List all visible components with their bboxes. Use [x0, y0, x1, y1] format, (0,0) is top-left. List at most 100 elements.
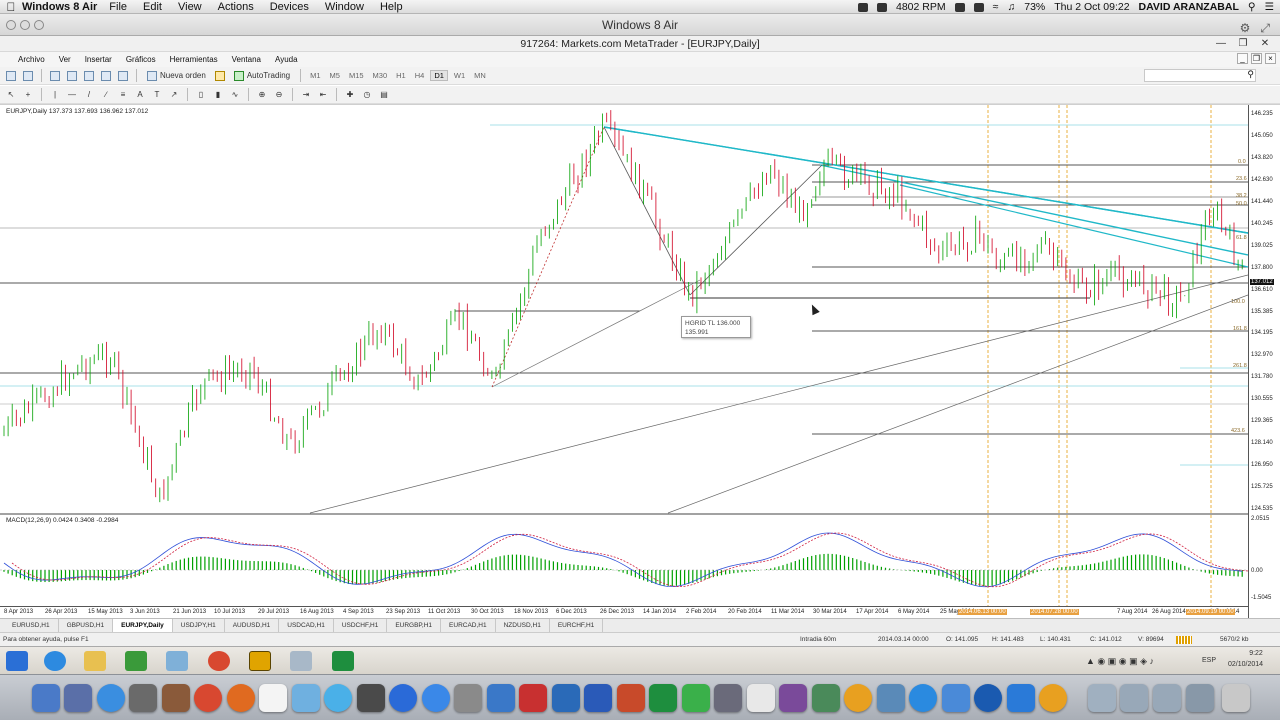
- notepad-icon[interactable]: [166, 651, 188, 671]
- vertical-line-icon[interactable]: |: [48, 88, 62, 102]
- trash-icon[interactable]: [1222, 684, 1250, 712]
- tester-icon[interactable]: [116, 69, 130, 83]
- tab-eurusd-h1[interactable]: EURUSD,H1: [4, 619, 59, 632]
- search-input[interactable]: [1144, 69, 1256, 82]
- taskbar-date[interactable]: 02/10/2014: [1228, 661, 1263, 668]
- menu-file[interactable]: File: [109, 1, 127, 13]
- facetime-icon[interactable]: [357, 684, 385, 712]
- windows-folder-icon[interactable]: [942, 684, 970, 712]
- tab-eurjpy-daily[interactable]: EURJPY,Daily: [113, 619, 173, 632]
- tab-usdchf-h1[interactable]: USDCHF,H1: [334, 619, 388, 632]
- chart-shift-icon[interactable]: ⇤: [316, 88, 330, 102]
- money-app-icon[interactable]: [125, 651, 147, 671]
- timeframe-m5[interactable]: M5: [327, 71, 343, 80]
- menu-edit[interactable]: Edit: [143, 1, 162, 13]
- chrome-icon[interactable]: [208, 651, 230, 671]
- activity-icon[interactable]: [487, 684, 515, 712]
- trendline-icon[interactable]: /: [82, 88, 96, 102]
- menu-devices[interactable]: Devices: [270, 1, 309, 13]
- mt-menu-archivo[interactable]: Archivo: [18, 55, 45, 64]
- label-icon[interactable]: T: [150, 88, 164, 102]
- calendar-icon[interactable]: [259, 684, 287, 712]
- excel-dock-icon[interactable]: [649, 684, 677, 712]
- fan-speed[interactable]: 4802 RPM: [896, 1, 946, 13]
- templates-icon[interactable]: ▤: [377, 88, 391, 102]
- spotlight-icon[interactable]: ⚲: [1248, 1, 1256, 13]
- preview-icon[interactable]: [747, 684, 775, 712]
- parallels-icon[interactable]: [519, 684, 547, 712]
- wifi-icon[interactable]: ≈: [993, 1, 999, 13]
- flower-app-2-icon[interactable]: [1039, 684, 1067, 712]
- autotrading-button[interactable]: AutoTrading: [230, 69, 294, 83]
- text-icon[interactable]: A: [133, 88, 147, 102]
- apple-icon[interactable]: : [0, 0, 22, 14]
- menu-help[interactable]: Help: [380, 1, 403, 13]
- terminal-icon[interactable]: [99, 69, 113, 83]
- metatrader-taskbar-icon[interactable]: [249, 651, 271, 671]
- mt-menu-graficos[interactable]: Gráficos: [126, 55, 156, 64]
- notification-center-icon[interactable]: ☰: [1265, 1, 1274, 13]
- bar-chart-icon[interactable]: ▯: [194, 88, 208, 102]
- documents-folder-icon[interactable]: [1120, 684, 1148, 712]
- fibonacci-icon[interactable]: ≡: [116, 88, 130, 102]
- zoom-window-button[interactable]: [34, 20, 44, 30]
- crosshair-icon[interactable]: +: [21, 88, 35, 102]
- tab-usdjpy-h1[interactable]: USDJPY,H1: [173, 619, 225, 632]
- bluetooth-icon[interactable]: [973, 2, 984, 12]
- firefox-icon[interactable]: [227, 684, 255, 712]
- timeframe-h1[interactable]: H1: [393, 71, 409, 80]
- timeframe-m15[interactable]: M15: [346, 71, 367, 80]
- mt-close-icon[interactable]: ✕: [1254, 36, 1276, 52]
- price-chart-canvas[interactable]: 0.0 23.6 38.2 50.0 61.8 100.0 161.8 261.8 423.6: [0, 105, 1248, 606]
- tab-eurcad-h1[interactable]: EURCAD,H1: [441, 619, 496, 632]
- powerpoint-icon[interactable]: [617, 684, 645, 712]
- messages-icon[interactable]: [292, 684, 320, 712]
- skype-icon[interactable]: [324, 684, 352, 712]
- mt-menu-herramientas[interactable]: Herramientas: [170, 55, 218, 64]
- chart-restore-icon[interactable]: ❐: [1251, 53, 1262, 64]
- start-button-icon[interactable]: [6, 651, 28, 671]
- mt-menu-ver[interactable]: Ver: [59, 55, 71, 64]
- timeframe-w1[interactable]: W1: [451, 71, 468, 80]
- chrome-dock-icon[interactable]: [194, 684, 222, 712]
- stack-folder-icon[interactable]: [1186, 684, 1214, 712]
- tab-eurchf-h1[interactable]: EURCHF,H1: [550, 619, 604, 632]
- battery-level[interactable]: 73%: [1024, 1, 1045, 13]
- evernote-icon[interactable]: [682, 684, 710, 712]
- timeframe-m1[interactable]: M1: [307, 71, 323, 80]
- app-store-icon[interactable]: [422, 684, 450, 712]
- timeframe-mn[interactable]: MN: [471, 71, 489, 80]
- menu-actions[interactable]: Actions: [218, 1, 254, 13]
- launchpad-icon[interactable]: [64, 684, 92, 712]
- new-chart-icon[interactable]: [4, 69, 18, 83]
- photo-app-icon[interactable]: [162, 684, 190, 712]
- pause-icon[interactable]: [876, 2, 887, 12]
- skype-s-icon[interactable]: [552, 684, 580, 712]
- menu-window[interactable]: Window: [325, 1, 364, 13]
- navigator-icon[interactable]: [82, 69, 96, 83]
- arrows-icon[interactable]: ↗: [167, 88, 181, 102]
- indicators-icon[interactable]: ✚: [343, 88, 357, 102]
- file-explorer-icon[interactable]: [84, 651, 106, 671]
- timeframe-h4[interactable]: H4: [412, 71, 428, 80]
- itunes-icon[interactable]: [389, 684, 417, 712]
- internet-explorer-icon[interactable]: [44, 651, 66, 671]
- word-icon[interactable]: [584, 684, 612, 712]
- periods-icon[interactable]: ◷: [360, 88, 374, 102]
- market-watch-icon[interactable]: [48, 69, 62, 83]
- system-preferences-icon[interactable]: [454, 684, 482, 712]
- timeframe-m30[interactable]: M30: [370, 71, 391, 80]
- app-name[interactable]: Windows 8 Air: [22, 1, 97, 13]
- excel-icon[interactable]: [332, 651, 354, 671]
- safari-icon[interactable]: [97, 684, 125, 712]
- zoom-out-icon[interactable]: ⊖: [272, 88, 286, 102]
- input-language[interactable]: ESP: [1202, 657, 1216, 664]
- auto-scroll-icon[interactable]: ⇥: [299, 88, 313, 102]
- tab-gbpusd-h1[interactable]: GBPUSD,H1: [59, 619, 114, 632]
- zoom-in-icon[interactable]: ⊕: [255, 88, 269, 102]
- menu-view[interactable]: View: [178, 1, 202, 13]
- chart-minimize-icon[interactable]: _: [1237, 53, 1248, 64]
- mt-restore-icon[interactable]: ❐: [1232, 36, 1254, 52]
- flower-app-icon[interactable]: [844, 684, 872, 712]
- screen-icon[interactable]: [954, 2, 965, 12]
